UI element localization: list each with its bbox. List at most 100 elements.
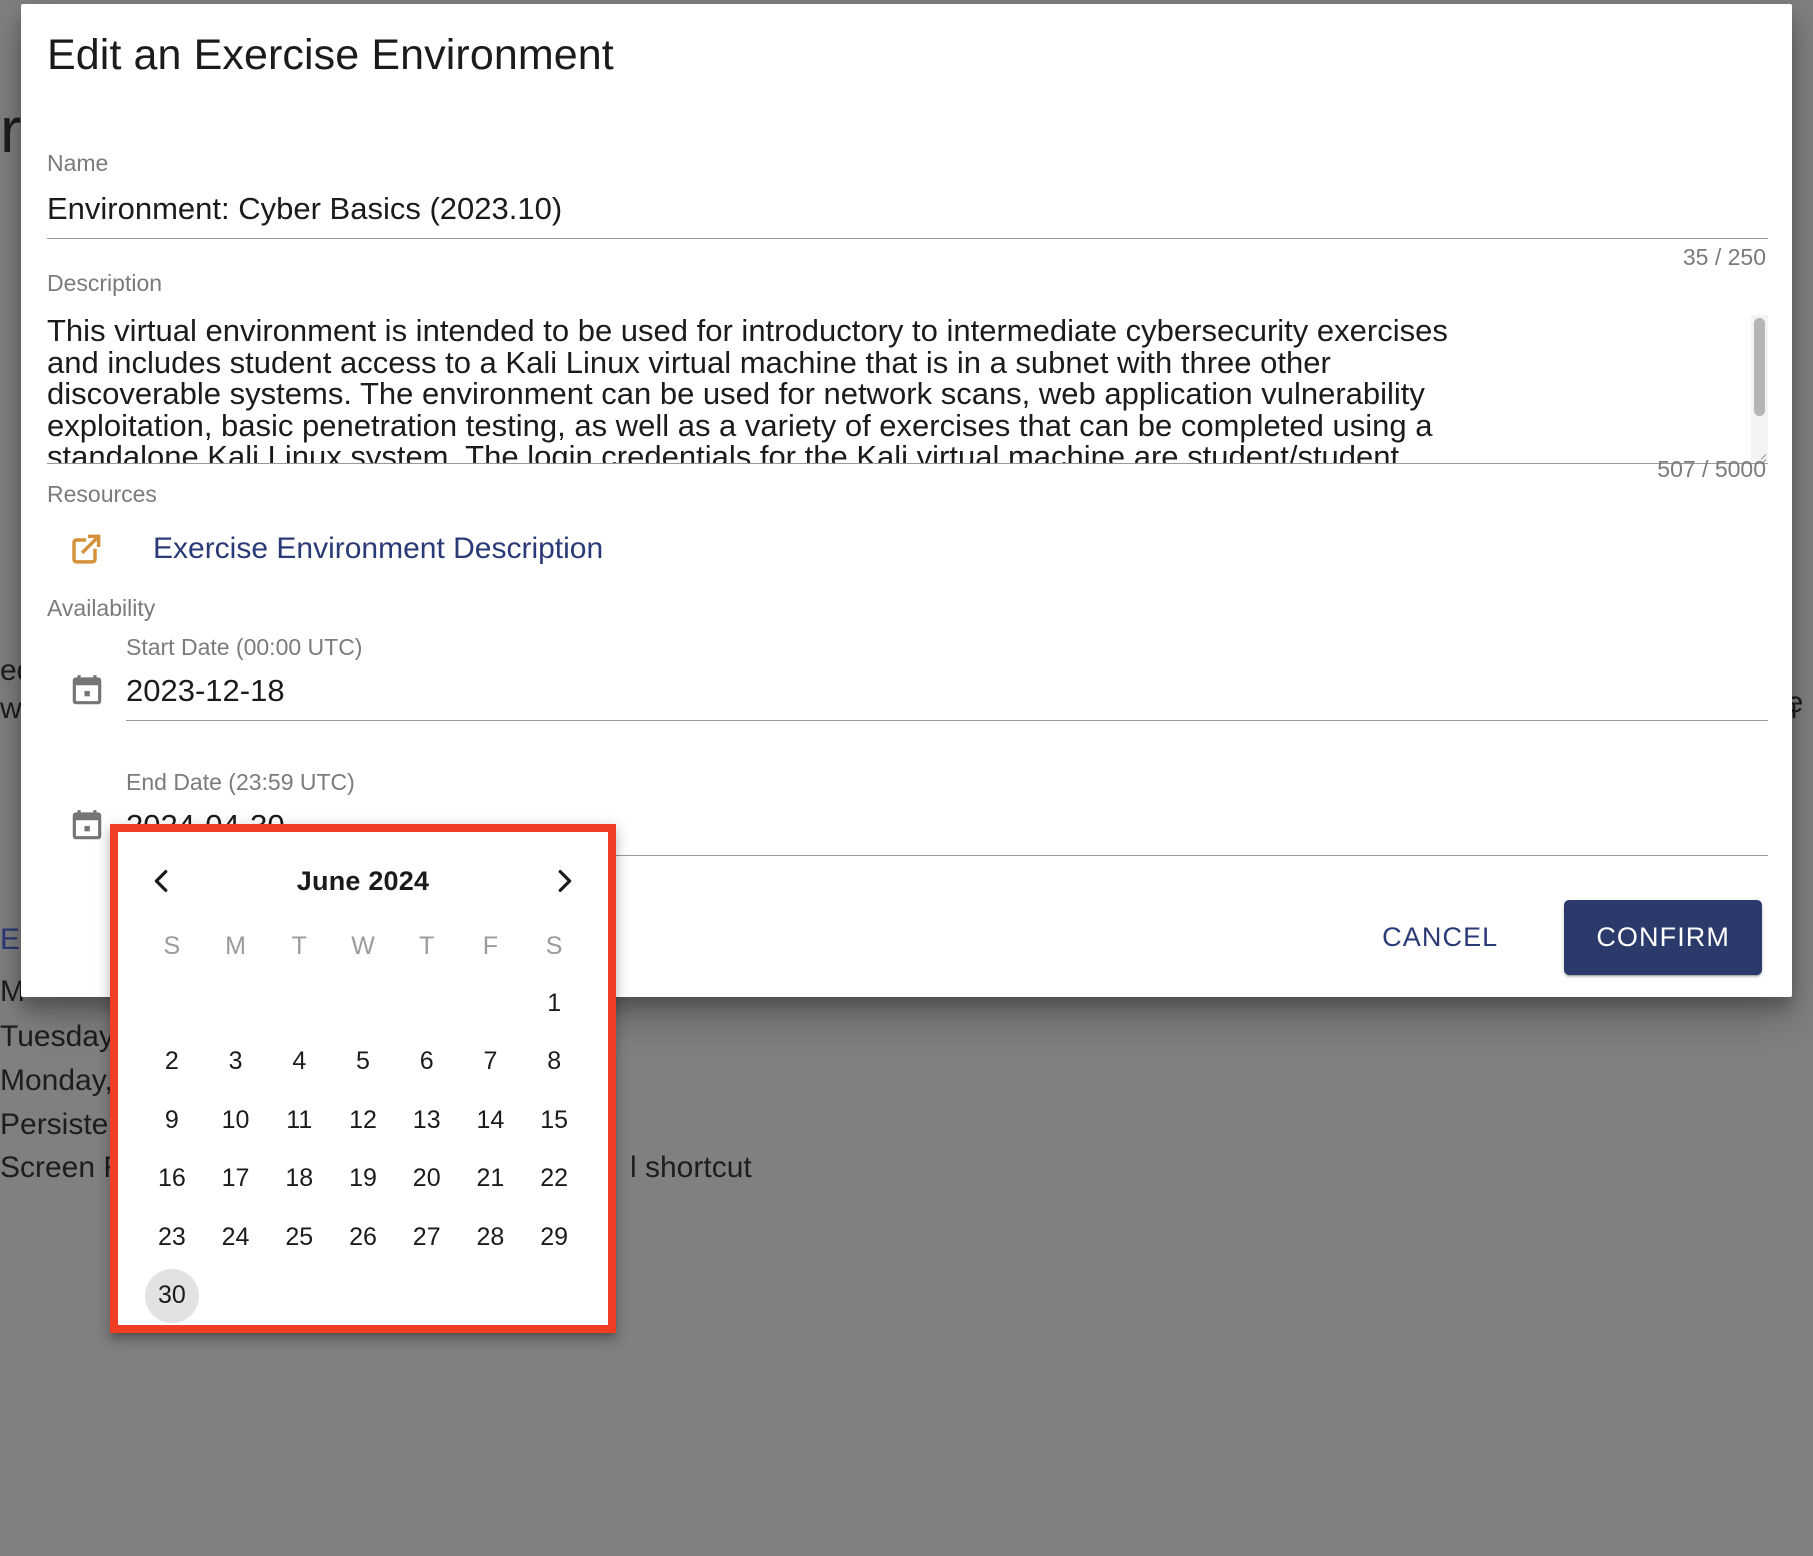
start-date-label: Start Date (00:00 UTC)	[126, 634, 363, 660]
description-textarea[interactable]: This virtual environment is intended to …	[47, 315, 1768, 464]
datepicker-day-10[interactable]: 10	[204, 1091, 268, 1150]
start-date-input[interactable]: 2023-12-18	[126, 675, 1768, 706]
exercise-environment-description-link[interactable]: Exercise Environment Description	[153, 532, 603, 566]
datepicker-day-20[interactable]: 20	[395, 1150, 459, 1209]
background-link[interactable]: E	[0, 925, 20, 955]
datepicker-day-label: 18	[285, 1164, 314, 1193]
dialog-title: Edit an Exercise Environment	[47, 31, 614, 79]
datepicker-day-label: 20	[412, 1164, 441, 1193]
chevron-left-icon[interactable]	[140, 859, 184, 903]
datepicker-day-23[interactable]: 23	[140, 1208, 204, 1267]
datepicker-weekday: S	[163, 932, 181, 960]
chevron-right-icon[interactable]	[542, 859, 586, 903]
datepicker-weekday: F	[482, 932, 499, 960]
datepicker-day-label: 28	[476, 1222, 505, 1251]
datepicker-day-4[interactable]: 4	[267, 1033, 331, 1092]
datepicker-day-25[interactable]: 25	[267, 1208, 331, 1267]
datepicker-day-label: 30	[144, 1268, 199, 1323]
description-scrollbar-thumb[interactable]	[1754, 318, 1765, 416]
datepicker-day-9[interactable]: 9	[140, 1091, 204, 1150]
datepicker-day-label: 5	[356, 1047, 370, 1076]
datepicker-day-label: 14	[476, 1105, 505, 1134]
datepicker-weekday: W	[351, 932, 375, 960]
datepicker-day-label: 12	[349, 1105, 377, 1134]
datepicker-month-label[interactable]: June 2024	[297, 866, 429, 897]
datepicker-weekday: T	[419, 932, 435, 960]
datepicker-day-label: 6	[419, 1047, 434, 1076]
description-field-group: Description This virtual environment is …	[47, 272, 1768, 464]
cancel-button[interactable]: CANCEL	[1356, 904, 1524, 971]
description-scrollbar[interactable]	[1751, 315, 1768, 462]
datepicker-day-28[interactable]: 28	[459, 1208, 523, 1267]
screen: r ed w ee li E M Tuesday, A Monday, D Pe…	[0, 0, 1813, 1556]
datepicker-day-label: 22	[540, 1164, 569, 1193]
datepicker-day-30[interactable]: 30	[140, 1267, 204, 1326]
datepicker-day-24[interactable]: 24	[204, 1208, 268, 1267]
datepicker-day-label: 26	[349, 1222, 377, 1251]
datepicker-day-label: 7	[483, 1047, 498, 1076]
datepicker-weekday: S	[545, 932, 563, 960]
datepicker-day-label: 19	[349, 1164, 377, 1193]
datepicker-day-8[interactable]: 8	[522, 1033, 586, 1092]
datepicker-day-5[interactable]: 5	[331, 1033, 395, 1092]
datepicker-day-label: 29	[540, 1222, 569, 1251]
availability-label: Availability	[47, 595, 156, 621]
datepicker-day-label: 9	[164, 1105, 179, 1134]
datepicker-day-1[interactable]: 1	[522, 974, 586, 1033]
datepicker-day-blank	[267, 974, 331, 1033]
datepicker-day-17[interactable]: 17	[204, 1150, 268, 1209]
datepicker-day-label: 2	[164, 1047, 179, 1076]
resources-label: Resources	[47, 481, 157, 507]
datepicker-day-18[interactable]: 18	[267, 1150, 331, 1209]
background-text: l shortcut	[630, 1151, 752, 1184]
start-date-field[interactable]: Start Date (00:00 UTC) 2023-12-18	[126, 636, 1768, 721]
calendar-icon[interactable]	[68, 671, 106, 709]
datepicker-day-blank	[459, 974, 523, 1033]
datepicker-day-16[interactable]: 16	[140, 1150, 204, 1209]
calendar-icon[interactable]	[68, 806, 106, 844]
datepicker-day-blank	[204, 974, 268, 1033]
availability-group: Availability Start Date (00:00 UTC) 2023…	[47, 597, 1768, 856]
datepicker-day-13[interactable]: 13	[395, 1091, 459, 1150]
datepicker-day-label: 17	[221, 1164, 250, 1193]
datepicker-day-label: 10	[221, 1105, 250, 1134]
description-char-counter: 507 / 5000	[1657, 456, 1766, 482]
datepicker-day-27[interactable]: 27	[395, 1208, 459, 1267]
confirm-button[interactable]: CONFIRM	[1564, 900, 1762, 975]
datepicker-annotation-box: June 2024 SMTWTFS 1 2 3 4 5 6 7 8 9 10 11 12 13 14 15 1…	[110, 824, 616, 1333]
datepicker-weekday-row: SMTWTFS	[140, 918, 586, 974]
background-text: w	[0, 692, 22, 725]
resources-group: Resources Exercise Environment Descripti…	[47, 483, 603, 567]
datepicker-day-label: 27	[412, 1222, 441, 1251]
datepicker-day-6[interactable]: 6	[395, 1033, 459, 1092]
datepicker-day-2[interactable]: 2	[140, 1033, 204, 1092]
description-text: This virtual environment is intended to …	[47, 315, 1448, 464]
datepicker-day-label: 1	[547, 988, 562, 1017]
external-link-icon	[68, 531, 104, 567]
datepicker-day-29[interactable]: 29	[522, 1208, 586, 1267]
resource-row: Exercise Environment Description	[47, 531, 603, 567]
description-label: Description	[47, 270, 163, 296]
background-page-title: r	[0, 94, 22, 166]
start-date-row: Start Date (00:00 UTC) 2023-12-18	[47, 636, 1768, 721]
datepicker-day-14[interactable]: 14	[459, 1091, 523, 1150]
datepicker-day-3[interactable]: 3	[204, 1033, 268, 1092]
datepicker-day-12[interactable]: 12	[331, 1091, 395, 1150]
datepicker-weekday: T	[291, 932, 307, 960]
datepicker-day-7[interactable]: 7	[459, 1033, 523, 1092]
datepicker-day-label: 21	[476, 1164, 505, 1193]
datepicker-day-15[interactable]: 15	[522, 1091, 586, 1150]
name-input[interactable]: Environment: Cyber Basics (2023.10)	[47, 175, 1768, 239]
name-char-counter: 35 / 250	[1682, 244, 1766, 270]
datepicker-day-blank	[140, 974, 204, 1033]
dialog-actions: CANCEL CONFIRM	[1356, 900, 1762, 975]
name-label: Name	[47, 150, 109, 176]
datepicker-header: June 2024	[140, 844, 586, 918]
datepicker-day-26[interactable]: 26	[331, 1208, 395, 1267]
datepicker-day-22[interactable]: 22	[522, 1150, 586, 1209]
datepicker-day-label: 24	[221, 1222, 250, 1251]
datepicker-day-19[interactable]: 19	[331, 1150, 395, 1209]
datepicker-day-11[interactable]: 11	[267, 1091, 331, 1150]
datepicker-day-label: 4	[292, 1047, 307, 1076]
datepicker-day-21[interactable]: 21	[459, 1150, 523, 1209]
